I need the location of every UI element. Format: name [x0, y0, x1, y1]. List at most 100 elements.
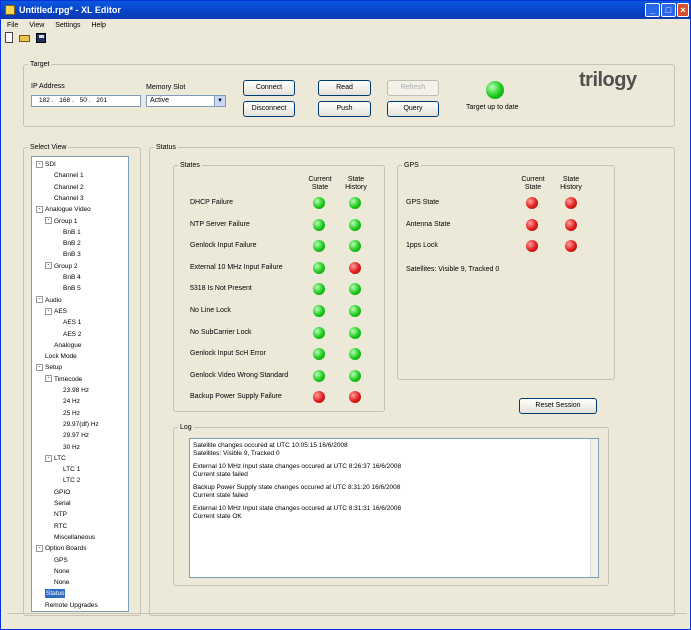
reset-session-button[interactable]: Reset Session	[519, 398, 597, 414]
tree-item[interactable]: BnB 4	[63, 273, 81, 282]
state-current-led	[313, 218, 325, 231]
tree-item-label: Option Boards	[45, 545, 87, 553]
tree-item[interactable]: - Group 2	[45, 262, 78, 271]
tree-item[interactable]: Channel 3	[54, 194, 84, 203]
state-history-led	[349, 326, 361, 339]
tree-item[interactable]: - AES	[45, 307, 67, 316]
tree-expander-icon[interactable]: -	[36, 205, 43, 213]
tree-item[interactable]: BnB 3	[63, 250, 81, 259]
tree-item[interactable]: NTP	[54, 510, 67, 519]
tree-item[interactable]: Lock Mode	[45, 352, 77, 361]
tree-item[interactable]: - Group 1	[45, 217, 78, 226]
tree-item[interactable]: Miscellaneous	[54, 533, 95, 542]
gps-history-led	[565, 197, 577, 209]
tree-item[interactable]: Remote Upgrades	[45, 601, 98, 610]
tree-item[interactable]: BnB 2	[63, 239, 81, 248]
tree-expander-icon[interactable]: -	[45, 454, 52, 462]
tree-item[interactable]: - SDI	[36, 160, 56, 169]
tree-item-label: Setup	[45, 364, 62, 372]
tree-item-label: 23.98 Hz	[63, 387, 90, 394]
minimize-button[interactable]: _	[645, 3, 660, 17]
menu-view[interactable]: View	[29, 22, 44, 29]
tree-expander-icon[interactable]: -	[36, 296, 43, 304]
tree-item-label: Analogue Video	[45, 206, 91, 214]
state-history-led	[349, 369, 361, 382]
tree-item[interactable]: GPIO	[54, 488, 70, 497]
log-text-area[interactable]: Satellite changes occured at UTC 10:05:1…	[189, 438, 599, 578]
new-document-icon[interactable]	[3, 32, 15, 43]
tree-item[interactable]: 24 Hz	[63, 397, 80, 406]
tree-item[interactable]: AES 2	[63, 330, 81, 339]
tree-item-label: 29.97(df) Hz	[63, 420, 99, 428]
tree-item[interactable]: Channel 2	[54, 183, 84, 192]
tree-item[interactable]: - LTC	[45, 454, 66, 463]
tree-expander-icon[interactable]: -	[36, 160, 43, 168]
log-scrollbar[interactable]	[590, 439, 598, 577]
refresh-button[interactable]: Refresh	[387, 80, 439, 96]
tree-item[interactable]: Channel 1	[54, 171, 84, 180]
tree-expander-icon[interactable]: -	[45, 307, 52, 315]
memory-slot-label: Memory Slot	[146, 84, 186, 91]
tree-item-label: Remote Upgrades	[45, 601, 98, 609]
tree-item[interactable]: LTC 2	[63, 476, 80, 485]
tree-item[interactable]: RTC	[54, 522, 67, 531]
state-row-label: 5318 Is Not Present	[190, 285, 252, 293]
tree-item[interactable]: 23.98 Hz	[63, 386, 89, 395]
query-button[interactable]: Query	[387, 101, 439, 117]
tree-item[interactable]: BnB 5	[63, 284, 81, 293]
tree-item[interactable]: - Setup	[36, 363, 62, 372]
tree-item-label: 24 Hz	[63, 398, 80, 406]
maximize-button[interactable]: □	[661, 3, 676, 17]
tree-item[interactable]: 30 Hz	[63, 443, 80, 452]
app-icon	[5, 5, 15, 15]
connect-button[interactable]: Connect	[243, 80, 295, 96]
tree-expander-icon[interactable]: -	[36, 544, 43, 552]
log-line: External 10 MHz Input state changes occu…	[193, 505, 402, 512]
save-disk-icon[interactable]	[35, 32, 47, 43]
tree-item[interactable]: - Audio	[36, 296, 62, 305]
target-group-label: Target	[30, 61, 50, 68]
chevron-down-icon[interactable]: ▼	[214, 96, 225, 106]
disconnect-button[interactable]: Disconnect	[243, 101, 295, 117]
tree-item[interactable]: BnB 1	[63, 228, 81, 237]
read-button[interactable]: Read	[318, 80, 371, 96]
tree-item[interactable]: Status	[45, 589, 66, 599]
tree-item[interactable]: - Option Boards	[36, 544, 87, 553]
ip-address-field[interactable]: 182 . 168 . 50 . 201	[31, 95, 141, 107]
menu-help[interactable]: Help	[91, 22, 105, 29]
menu-settings[interactable]: Settings	[55, 22, 80, 29]
memory-slot-select[interactable]: Active ▼	[146, 95, 226, 107]
tree-item[interactable]: Serial	[54, 499, 71, 508]
select-view-tree[interactable]: - SDI Channel 1 Channel 2 Channel 3- Analogue…	[31, 156, 129, 612]
tree-item[interactable]: 29.97(df) Hz	[63, 420, 99, 429]
tree-expander-icon[interactable]: -	[36, 364, 43, 372]
tree-item[interactable]: Analogue	[54, 341, 81, 350]
tree-item[interactable]: AES 1	[63, 318, 81, 327]
tree-expander-icon[interactable]: -	[45, 217, 52, 225]
state-history-led	[349, 305, 361, 317]
tree-item[interactable]: - Analogue Video	[36, 205, 91, 214]
tree-item-label: Audio	[45, 296, 62, 304]
tree-item-label: 29.97 Hz	[63, 432, 90, 440]
tree-expander-icon[interactable]: -	[45, 262, 52, 270]
tree-item[interactable]: None	[54, 578, 70, 587]
tree-item-label: BnB 1	[63, 228, 81, 236]
tree-expander-icon[interactable]: -	[45, 375, 52, 383]
tree-item-label: GPS	[54, 556, 68, 564]
tree-item[interactable]: None	[54, 567, 70, 576]
open-folder-icon[interactable]	[19, 32, 31, 43]
tree-item-label: LTC 2	[63, 477, 81, 485]
tree-item[interactable]: GPS	[54, 556, 68, 565]
trilogy-logo: trilogy	[579, 69, 637, 91]
tree-item-label: AES	[54, 307, 68, 315]
tree-item[interactable]: 29.97 Hz	[63, 431, 89, 440]
push-button[interactable]: Push	[318, 101, 371, 117]
menu-file[interactable]: File	[7, 22, 18, 29]
gps-row-label: 1pps Lock	[406, 242, 438, 250]
tree-item[interactable]: - Timecode	[45, 375, 82, 384]
log-entry: Backup Power Supply state changes occure…	[193, 484, 595, 499]
close-button[interactable]: ×	[677, 3, 689, 17]
ip-octet-2: 168	[59, 97, 71, 104]
tree-item[interactable]: LTC 1	[63, 465, 80, 474]
tree-item[interactable]: 25 Hz	[63, 409, 80, 418]
